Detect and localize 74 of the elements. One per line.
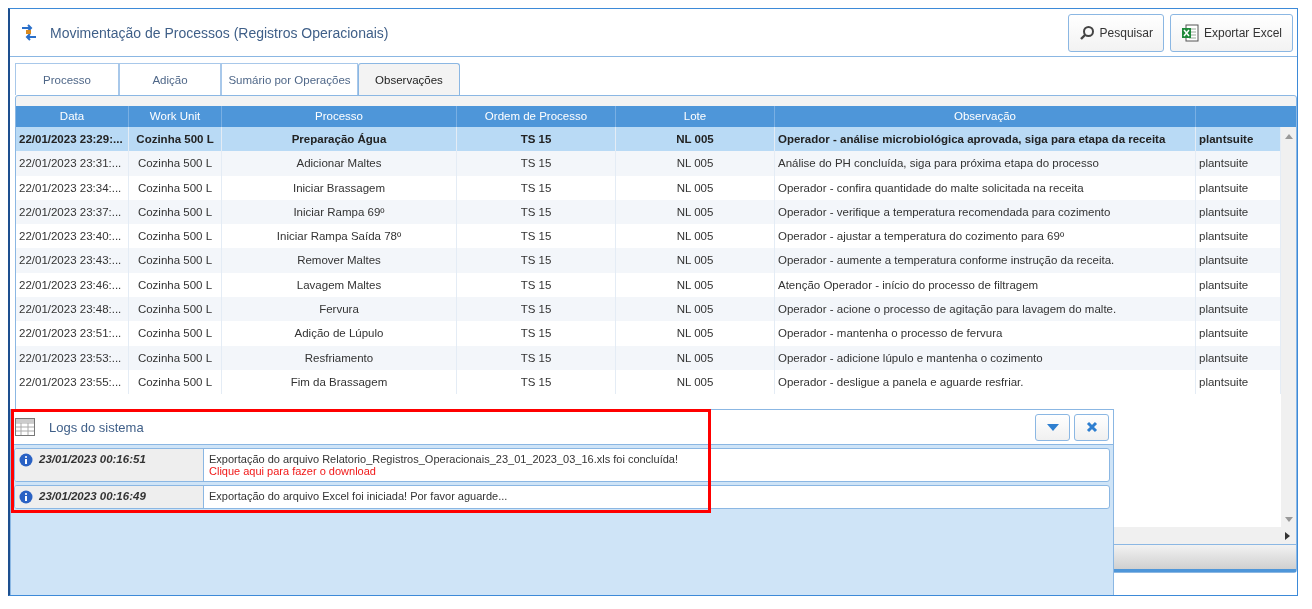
table-cell: 22/01/2023 23:51:...	[16, 321, 129, 346]
table-cell: Remover Maltes	[222, 248, 457, 273]
table-cell: Adicionar Maltes	[222, 151, 457, 176]
table-cell: TS 15	[457, 369, 616, 395]
log-timestamp: 23/01/2023 00:16:49	[39, 490, 146, 502]
table-cell: 22/01/2023 23:55:...	[16, 369, 129, 395]
grid-icon	[15, 418, 35, 436]
table-cell: NL 005	[616, 321, 775, 346]
table-cell: NL 005	[616, 248, 775, 273]
table-row[interactable]: 22/01/2023 23:51:... Cozinha 500 L Adição de Lúpulo TS 15 NL 005 Operador - mantenha o processo de fervura plantsuite	[16, 321, 1281, 346]
table-cell: NL 005	[616, 345, 775, 370]
search-button[interactable]: Pesquisar	[1067, 13, 1164, 52]
table-cell: Operador - confira quantidade do malte solicitada na receita	[775, 175, 1196, 200]
table-row[interactable]: 22/01/2023 23:46:... Cozinha 500 L Lavagem Maltes TS 15 NL 005 Atenção Operador - início do processo de filtragem plantsuite	[16, 272, 1281, 298]
table-cell: Operador - aumente a temperatura conforme instrução da receita.	[775, 248, 1196, 273]
scroll-down-icon	[1284, 517, 1293, 523]
table-row[interactable]: 22/01/2023 23:48:... Cozinha 500 L Fervura TS 15 NL 005 Operador - acione o processo de agitação para lavagem do malte. plantsuite	[16, 297, 1281, 322]
table-cell: Cozinha 500 L	[129, 175, 222, 200]
window-title: Movimentação de Processos (Registros Operacionais)	[50, 24, 389, 41]
table-cell: 22/01/2023 23:34:...	[16, 175, 129, 200]
table-cell: Cozinha 500 L	[129, 321, 222, 346]
table-cell: NL 005	[616, 369, 775, 395]
table-cell: TS 15	[457, 321, 616, 346]
table-cell: Cozinha 500 L	[129, 151, 222, 176]
table-row[interactable]: 22/01/2023 23:43:... Cozinha 500 L Remover Maltes TS 15 NL 005 Operador - aumente a temperatura conforme instrução da receita. plantsuite	[16, 248, 1281, 273]
table-cell: Cozinha 500 L	[129, 345, 222, 370]
table-row[interactable]: 22/01/2023 23:34:... Cozinha 500 L Iniciar Brassagem TS 15 NL 005 Operador - confira quantidade do malte solicitada na receita plantsuite	[16, 175, 1281, 200]
download-link[interactable]: Clique aqui para fazer o download	[209, 465, 679, 477]
table-cell: Adição de Lúpulo	[222, 321, 457, 346]
close-button[interactable]	[1074, 413, 1109, 441]
caret-icon	[1046, 423, 1059, 431]
table-cell: Operador - desligue a panela e aguarde resfriar.	[775, 369, 1196, 395]
tab[interactable]: Adição	[119, 63, 221, 95]
info-icon	[19, 490, 33, 504]
table-row[interactable]: 22/01/2023 23:31:... Cozinha 500 L Adicionar Maltes TS 15 NL 005 Análise do PH concluída, siga para próxima etapa do processo plantsuite	[16, 151, 1281, 176]
table-cell: NL 005	[616, 151, 775, 176]
table-row[interactable]: 22/01/2023 23:55:... Cozinha 500 L Fim da Brassagem TS 15 NL 005 Operador - desligue a panela e aguarde resfriar. plantsuite	[16, 369, 1281, 395]
table-cell: Resfriamento	[222, 345, 457, 370]
scroll-up-icon	[1284, 133, 1293, 139]
table-cell: Iniciar Brassagem	[222, 175, 457, 200]
table-cell: Cozinha 500 L	[129, 369, 222, 395]
log-message: Exportação do arquivo Excel foi iniciada! Por favor aguarde...	[209, 490, 508, 502]
tab[interactable]: Processo	[15, 63, 119, 95]
tab[interactable]: Observações	[358, 63, 460, 95]
table-cell: NL 005	[616, 175, 775, 200]
collapse-button[interactable]	[1035, 413, 1070, 441]
close-icon	[1085, 421, 1098, 433]
scroll-right-icon	[1285, 531, 1291, 540]
log-message: Exportação do arquivo Relatorio_Registros_Operacionais_23_01_2023_03_16.xls foi concluída!	[209, 453, 679, 465]
tab[interactable]: Sumário por Operações	[221, 63, 358, 95]
table-cell: Análise do PH concluída, siga para próxima etapa do processo	[775, 151, 1196, 176]
table-cell: Operador - adicione lúpulo e mantenha o cozimento	[775, 345, 1196, 370]
spreadsheet-icon	[1180, 23, 1199, 42]
table-cell: TS 15	[457, 175, 616, 200]
table-row[interactable]: 22/01/2023 23:40:... Cozinha 500 L Iniciar Rampa Saída 78º TS 15 NL 005 Operador - ajustar a temperatura do cozimento para 69º plantsuite	[16, 224, 1281, 249]
info-icon	[19, 453, 33, 467]
table-cell: 22/01/2023 23:31:...	[16, 151, 129, 176]
table-cell: Cozinha 500 L	[129, 248, 222, 273]
export-button[interactable]: Exportar Excel	[1169, 13, 1293, 52]
transfer-icon	[20, 23, 38, 42]
table-cell: TS 15	[457, 345, 616, 370]
table-row[interactable]: 22/01/2023 23:37:... Cozinha 500 L Iniciar Rampa 69º TS 15 NL 005 Operador - verifique a temperatura recomendada para cozimento plantsuite	[16, 199, 1281, 225]
table-cell: TS 15	[457, 151, 616, 176]
table-cell: Fim da Brassagem	[222, 369, 457, 395]
table-cell: 22/01/2023 23:53:...	[16, 345, 129, 370]
table-cell: 22/01/2023 23:43:...	[16, 248, 129, 273]
table-cell: TS 15	[457, 248, 616, 273]
panel-title: Logs do sistema	[49, 419, 144, 435]
table-row[interactable]: 22/01/2023 23:53:... Cozinha 500 L Resfriamento TS 15 NL 005 Operador - adicione lúpulo e mantenha o cozimento plantsuite	[16, 345, 1281, 370]
log-timestamp: 23/01/2023 00:16:51	[39, 453, 146, 465]
table-row[interactable]: 22/01/2023 23:29:... Cozinha 500 L Preparação Água TS 15 NL 005 Operador - análise microbiológica aprovada, siga para etapa da receita plantsuite	[16, 127, 1281, 152]
table-cell: Operador - mantenha o processo de fervura	[775, 321, 1196, 346]
vertical-scrollbar[interactable]	[1281, 127, 1296, 527]
search-icon	[1078, 24, 1095, 41]
